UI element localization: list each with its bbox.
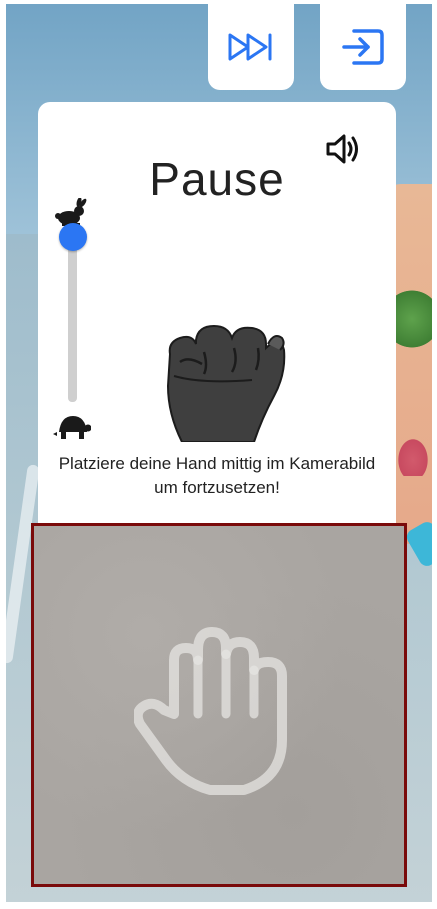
- open-hand-icon: [132, 614, 304, 809]
- speed-slider-track[interactable]: [68, 234, 77, 402]
- fast-forward-icon: [228, 33, 272, 61]
- exit-button[interactable]: [320, 4, 406, 90]
- speed-slider-thumb[interactable]: [59, 223, 87, 251]
- palm-tree: [392, 284, 432, 354]
- speaker-icon[interactable]: [324, 132, 364, 171]
- beach-umbrella: [396, 436, 430, 476]
- exit-icon: [342, 29, 384, 65]
- game-screen: Pause Platziere deine Hand mittig im Kam…: [0, 0, 437, 909]
- skip-button[interactable]: [208, 4, 294, 90]
- fist-icon: [162, 314, 292, 447]
- instruction-text: Platziere deine Hand mittig im Kamerabil…: [58, 454, 376, 497]
- camera-view: [31, 523, 407, 887]
- pause-panel: Pause Platziere deine Hand mittig im Kam…: [38, 102, 396, 542]
- turtle-icon: [53, 410, 92, 447]
